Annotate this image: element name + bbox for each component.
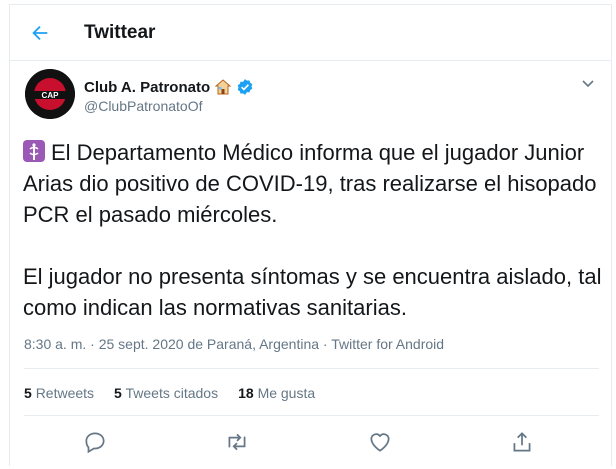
avatar-initials: CAP <box>42 91 60 100</box>
reply-icon[interactable] <box>82 429 108 455</box>
tweet-text-1: El Departamento Médico informa que el ju… <box>23 140 597 227</box>
retweet-icon[interactable] <box>224 429 250 455</box>
tweet-detail-panel: Twittear CAP Club A. Patronato @ClubPatr… <box>9 4 612 466</box>
tweet-stats: 5 Retweets 5 Tweets citados 18 Me gusta <box>24 385 315 401</box>
tweet-date[interactable]: 25 sept. 2020 <box>99 336 184 352</box>
like-icon[interactable] <box>367 429 393 455</box>
house-icon <box>214 79 232 95</box>
likes-stat[interactable]: 18 Me gusta <box>238 385 315 401</box>
author-name[interactable]: Club A. Patronato <box>84 79 210 96</box>
quotes-stat[interactable]: 5 Tweets citados <box>114 385 218 401</box>
back-arrow-icon[interactable] <box>29 22 51 44</box>
tweet-actions <box>10 423 611 463</box>
tweet-meta: 8:30 a. m. · 25 sept. 2020 de Paraná, Ar… <box>24 336 444 352</box>
share-icon[interactable] <box>509 429 535 455</box>
divider <box>24 368 599 369</box>
divider <box>24 415 599 416</box>
tweet-body: El Departamento Médico informa que el ju… <box>23 137 608 323</box>
meta-separator: · <box>319 336 332 352</box>
tweet-paragraph-2: El jugador no presenta síntomas y se enc… <box>23 264 602 320</box>
meta-separator: · <box>86 336 99 352</box>
tweet-place[interactable]: de Paraná, Argentina <box>187 336 319 352</box>
medical-emoji-icon <box>23 140 45 162</box>
page-title: Twittear <box>84 22 156 43</box>
verified-icon <box>237 79 253 95</box>
tweet-time[interactable]: 8:30 a. m. <box>24 336 86 352</box>
tweet-paragraph-1: El Departamento Médico informa que el ju… <box>23 137 608 230</box>
tweet-source[interactable]: Twitter for Android <box>331 336 444 352</box>
chevron-down-icon[interactable] <box>580 75 596 91</box>
header-bar: Twittear <box>10 5 611 61</box>
author-handle[interactable]: @ClubPatronatoOf <box>84 98 203 114</box>
avatar[interactable]: CAP <box>25 69 75 119</box>
retweets-stat[interactable]: 5 Retweets <box>24 385 94 401</box>
